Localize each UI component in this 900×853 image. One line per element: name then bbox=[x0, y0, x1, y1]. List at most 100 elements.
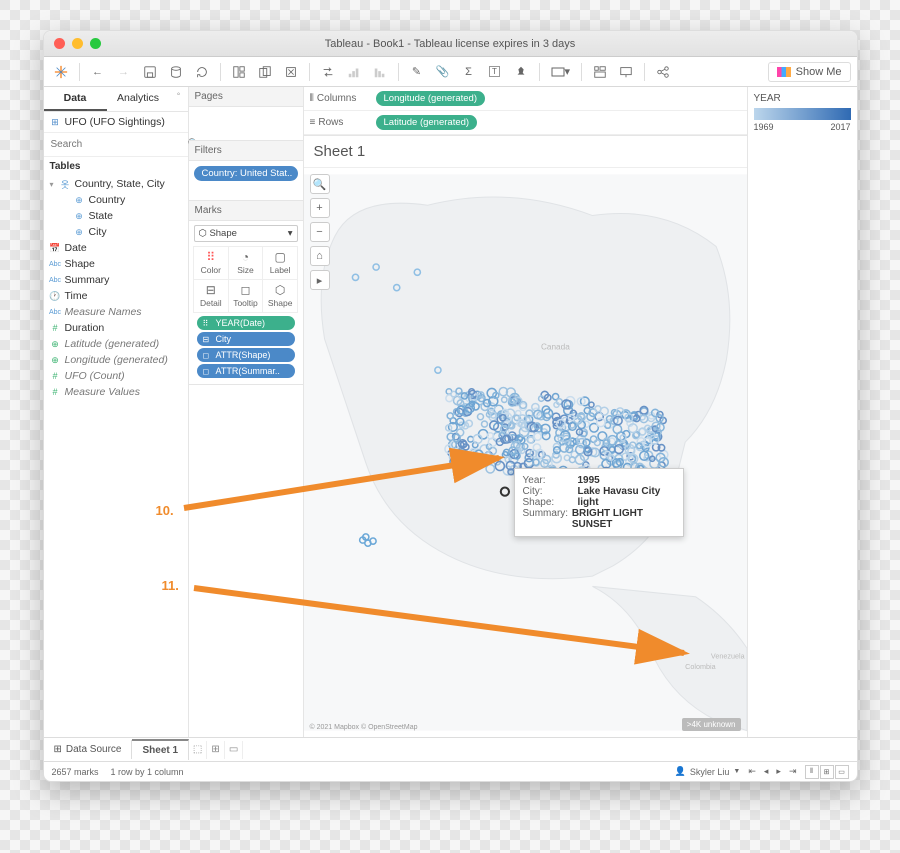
field-duration[interactable]: #Duration bbox=[48, 320, 184, 336]
field-city[interactable]: ⊕City bbox=[48, 224, 184, 240]
show-me-button[interactable]: Show Me bbox=[768, 62, 851, 82]
field-measure-names[interactable]: AbcMeasure Names bbox=[48, 304, 184, 320]
new-dashboard-tab-button[interactable]: ⊞ bbox=[207, 741, 225, 759]
hierarchy-field[interactable]: ▾옷Country, State, City bbox=[48, 176, 184, 192]
globe-icon: ⊕ bbox=[74, 195, 85, 206]
map-label-venezuela: Venezuela bbox=[710, 652, 744, 661]
number-icon: # bbox=[50, 323, 61, 334]
new-worksheet-button[interactable] bbox=[228, 61, 250, 83]
map-search-button[interactable]: 🔍 bbox=[310, 174, 330, 194]
tab-data[interactable]: Data bbox=[44, 87, 107, 111]
filter-pill-country[interactable]: Country: United Stat.. bbox=[194, 166, 298, 181]
rows-pill-latitude[interactable]: Latitude (generated) bbox=[376, 115, 478, 130]
map-attribution: © 2021 Mapbox © OpenStreetMap bbox=[310, 724, 418, 731]
save-button[interactable] bbox=[139, 61, 161, 83]
group-button[interactable]: 📎 bbox=[432, 61, 454, 83]
columns-pill-longitude[interactable]: Longitude (generated) bbox=[376, 91, 486, 106]
swap-button[interactable] bbox=[317, 61, 339, 83]
back-button[interactable]: ← bbox=[87, 61, 109, 83]
number-icon: # bbox=[50, 387, 61, 398]
fit-dropdown[interactable]: ▾ bbox=[547, 61, 575, 83]
field-country[interactable]: ⊕Country bbox=[48, 192, 184, 208]
view-filmstrip-button[interactable]: ⦀ bbox=[805, 765, 819, 779]
number-icon: # bbox=[50, 371, 61, 382]
tab-sheet-1[interactable]: Sheet 1 bbox=[132, 739, 189, 760]
field-date[interactable]: 📅Date bbox=[48, 240, 184, 256]
user-menu[interactable]: 👤Skyler Liu ▼ bbox=[675, 766, 741, 777]
text-icon: Abc bbox=[50, 259, 61, 270]
sheet-title[interactable]: Sheet 1 bbox=[304, 136, 747, 168]
map-tools-button[interactable]: ▸ bbox=[310, 270, 330, 290]
marks-shape-button[interactable]: ⬡Shape bbox=[262, 279, 298, 313]
tables-header: Tables bbox=[44, 157, 188, 176]
field-state[interactable]: ⊕State bbox=[48, 208, 184, 224]
datasource-name[interactable]: UFO (UFO Sightings) bbox=[65, 116, 165, 128]
nav-first-button[interactable]: ⇤ bbox=[748, 766, 756, 777]
marks-size-button[interactable]: ◔Size bbox=[228, 246, 264, 280]
tab-analytics[interactable]: Analytics bbox=[107, 87, 170, 111]
field-ufo-count[interactable]: #UFO (Count) bbox=[48, 368, 184, 384]
mark-pill-city[interactable]: ⊟City bbox=[197, 332, 295, 346]
share-button[interactable] bbox=[652, 61, 674, 83]
forward-button[interactable]: → bbox=[113, 61, 135, 83]
new-data-button[interactable] bbox=[165, 61, 187, 83]
unknown-badge[interactable]: >4K unknown bbox=[682, 718, 741, 731]
nav-prev-button[interactable]: ◂ bbox=[764, 766, 769, 777]
tab-data-source[interactable]: ⊞Data Source bbox=[44, 740, 133, 759]
field-latitude[interactable]: ⊕Latitude (generated) bbox=[48, 336, 184, 352]
map-zoom-out-button[interactable]: − bbox=[310, 222, 330, 242]
pin-button[interactable] bbox=[510, 61, 532, 83]
tableau-logo-icon[interactable] bbox=[50, 61, 72, 83]
field-longitude[interactable]: ⊕Longitude (generated) bbox=[48, 352, 184, 368]
marks-detail-button[interactable]: ⊟Detail bbox=[193, 279, 229, 313]
filters-shelf[interactable]: Country: United Stat.. bbox=[189, 161, 303, 201]
time-icon: 🕐 bbox=[50, 291, 61, 302]
highlight-button[interactable]: ✎ bbox=[406, 61, 428, 83]
field-list: ▾옷Country, State, City ⊕Country ⊕State ⊕… bbox=[44, 176, 188, 737]
pages-shelf[interactable] bbox=[189, 107, 303, 141]
field-shape[interactable]: AbcShape bbox=[48, 256, 184, 272]
field-summary[interactable]: AbcSummary bbox=[48, 272, 184, 288]
columns-shelf[interactable]: ⦀Columns Longitude (generated) bbox=[304, 87, 747, 111]
presentation-button[interactable] bbox=[615, 61, 637, 83]
map-visualization[interactable]: 🔍 + − ⌂ ▸ Canada Colombia Venezuela bbox=[304, 168, 747, 737]
mark-pill-year[interactable]: ⠿YEAR(Date) bbox=[197, 316, 295, 330]
globe-icon: ⊕ bbox=[74, 211, 85, 222]
totals-button[interactable]: Σ bbox=[458, 61, 480, 83]
sheet-tabs: ⊞Data Source Sheet 1 ⬚ ⊞ ▭ bbox=[44, 737, 857, 761]
field-time[interactable]: 🕐Time bbox=[48, 288, 184, 304]
shelves-sidebar: Pages Filters Country: United Stat.. Mar… bbox=[189, 87, 304, 737]
mark-type-dropdown[interactable]: ⬡ Shape▾ bbox=[194, 225, 298, 242]
field-measure-values[interactable]: #Measure Values bbox=[48, 384, 184, 400]
size-icon: ◔ bbox=[242, 250, 249, 264]
mark-pill-attr-summary[interactable]: ◻ATTR(Summar.. bbox=[197, 364, 295, 378]
marks-tooltip-button[interactable]: ◻Tooltip bbox=[228, 279, 264, 313]
marks-label-button[interactable]: ▢Label bbox=[262, 246, 298, 280]
rows-shelf[interactable]: ≡Rows Latitude (generated) bbox=[304, 111, 747, 135]
legend-min: 1969 bbox=[754, 122, 774, 132]
sort-desc-button[interactable] bbox=[369, 61, 391, 83]
nav-last-button[interactable]: ⇥ bbox=[789, 766, 797, 777]
labels-button[interactable]: T bbox=[484, 61, 506, 83]
new-worksheet-tab-button[interactable]: ⬚ bbox=[189, 741, 207, 759]
map-home-button[interactable]: ⌂ bbox=[310, 246, 330, 266]
refresh-button[interactable] bbox=[191, 61, 213, 83]
clear-button[interactable] bbox=[280, 61, 302, 83]
pages-shelf-header: Pages bbox=[189, 87, 303, 107]
nav-next-button[interactable]: ▸ bbox=[776, 766, 781, 777]
view-grid-button[interactable]: ⊞ bbox=[820, 765, 834, 779]
legend-gradient[interactable] bbox=[754, 108, 851, 120]
data-pane-menu-icon[interactable]: ◦ bbox=[170, 87, 188, 101]
titlebar[interactable]: Tableau - Book1 - Tableau license expire… bbox=[44, 31, 857, 57]
view-tabs-button[interactable]: ▭ bbox=[835, 765, 849, 779]
map-zoom-in-button[interactable]: + bbox=[310, 198, 330, 218]
new-story-tab-button[interactable]: ▭ bbox=[225, 741, 243, 759]
legend-title: YEAR bbox=[754, 93, 851, 104]
map-canvas[interactable]: Canada Colombia Venezuela bbox=[304, 168, 747, 737]
mark-pill-attr-shape[interactable]: ◻ATTR(Shape) bbox=[197, 348, 295, 362]
show-cards-button[interactable] bbox=[589, 61, 611, 83]
marks-color-button[interactable]: ⠿Color bbox=[193, 246, 229, 280]
duplicate-button[interactable] bbox=[254, 61, 276, 83]
field-search-input[interactable] bbox=[48, 136, 186, 153]
sort-asc-button[interactable] bbox=[343, 61, 365, 83]
